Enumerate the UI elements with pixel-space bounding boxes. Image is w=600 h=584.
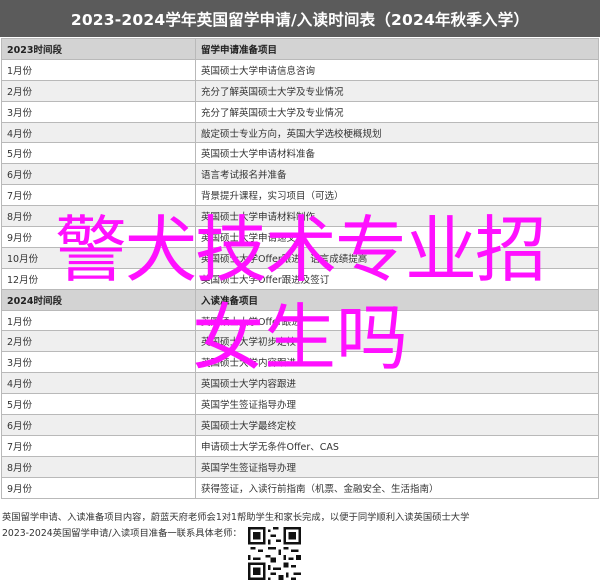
table-header-row: 2023时间段 留学申请准备项目 — [1, 38, 599, 60]
item-cell: 敲定硕士专业方向，英国大学选校梗概规划 — [195, 121, 599, 144]
table-row: 8月份 英国学生签证指导办理 — [1, 455, 599, 478]
period-cell: 8月份 — [1, 455, 196, 478]
period-cell: 7月份 — [1, 434, 196, 457]
qr-code-icon — [248, 527, 301, 580]
item-cell: 英国硕士大学最终定校 — [195, 414, 599, 436]
footer-line-1: 英国留学申请、入读准备项目内容，蔚蓝天府老师会1对1帮助学生和家长完成，以便于同… — [2, 512, 470, 523]
period-cell: 5月份 — [1, 393, 196, 416]
overlay-title-line-1: 警犬技术专业招 — [54, 208, 547, 292]
item-header-cell: 留学申请准备项目 — [195, 38, 599, 60]
table-row: 5月份 英国学生签证指导办理 — [1, 393, 599, 416]
item-cell: 充分了解英国硕士大学及专业情况 — [195, 100, 599, 123]
table-row: 2月份 充分了解英国硕士大学及专业情况 — [1, 79, 599, 102]
period-cell: 3月份 — [1, 100, 196, 123]
period-cell: 6月份 — [1, 414, 196, 436]
period-cell: 7月份 — [1, 184, 196, 207]
table-row: 7月份 申请硕士大学无条件Offer、CAS — [1, 434, 599, 457]
table-row: 9月份 获得签证，入读行前指南（机票、金融安全、生活指南） — [1, 476, 599, 499]
item-cell: 语言考试报名并准备 — [195, 163, 599, 186]
item-cell: 申请硕士大学无条件Offer、CAS — [195, 434, 599, 457]
page-title: 2023-2024学年英国留学申请/入读时间表（2024年秋季入学） — [0, 0, 600, 37]
table-row: 5月份 英国硕士大学申请材料准备 — [1, 142, 599, 165]
item-cell: 英国硕士大学申请信息咨询 — [195, 58, 599, 81]
item-cell: 英国学生签证指导办理 — [195, 393, 599, 416]
period-cell: 2月份 — [1, 79, 196, 102]
period-cell: 9月份 — [1, 476, 196, 499]
table-row: 3月份 充分了解英国硕士大学及专业情况 — [1, 100, 599, 123]
period-cell: 5月份 — [1, 142, 196, 165]
period-cell: 4月份 — [1, 121, 196, 144]
item-cell: 英国学生签证指导办理 — [195, 455, 599, 478]
item-cell: 英国硕士大学申请材料准备 — [195, 142, 599, 165]
table-row: 4月份 敲定硕士专业方向，英国大学选校梗概规划 — [1, 121, 599, 144]
table-row: 1月份 英国硕士大学申请信息咨询 — [1, 58, 599, 81]
period-header-cell: 2023时间段 — [1, 38, 196, 60]
table-row: 7月份 背景提升课程，实习项目（可选） — [1, 184, 599, 207]
table-row: 6月份 语言考试报名并准备 — [1, 163, 599, 186]
overlay-title-line-2: 女生吗 — [191, 296, 408, 380]
period-cell: 1月份 — [1, 58, 196, 81]
period-cell: 6月份 — [1, 163, 196, 186]
item-cell: 充分了解英国硕士大学及专业情况 — [195, 79, 599, 102]
item-cell: 背景提升课程，实习项目（可选） — [195, 184, 599, 207]
item-cell: 获得签证，入读行前指南（机票、金融安全、生活指南） — [195, 476, 599, 499]
table-row: 6月份 英国硕士大学最终定校 — [1, 414, 599, 436]
